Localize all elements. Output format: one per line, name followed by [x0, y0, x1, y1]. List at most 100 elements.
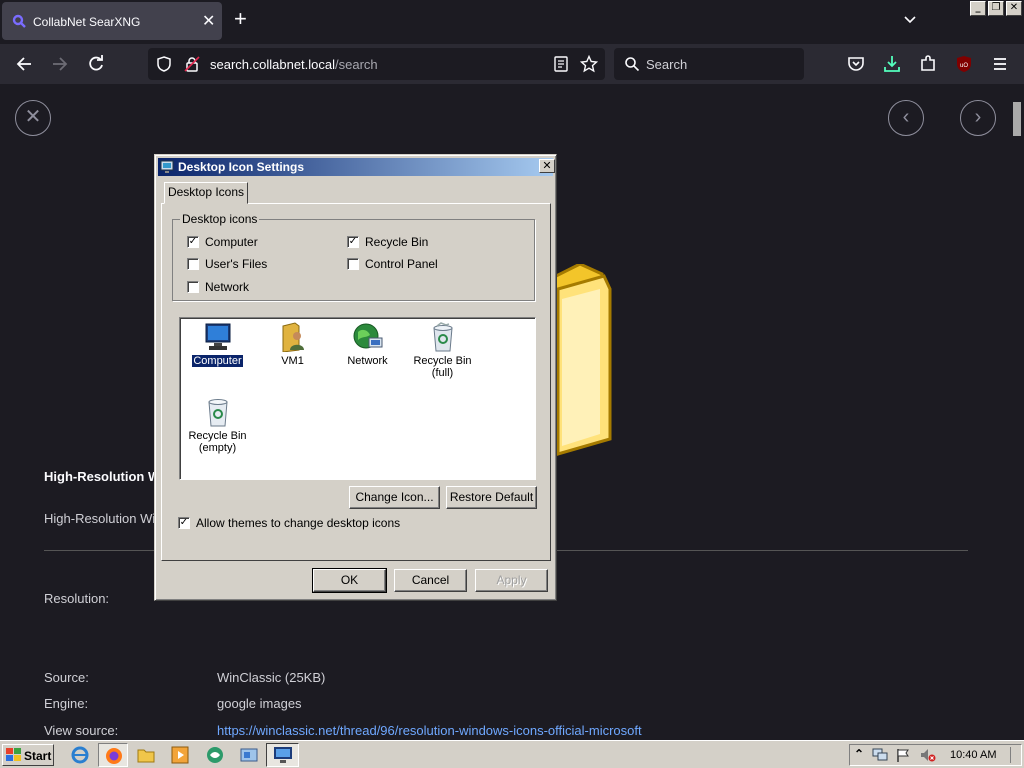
- icon-label: Computer: [191, 354, 244, 368]
- display-settings-icon: [160, 160, 174, 173]
- tab-title: CollabNet SearXNG: [33, 15, 141, 29]
- checkbox-box[interactable]: ✓: [347, 236, 359, 248]
- recycle-bin-empty-icon: [207, 399, 228, 427]
- control-panel-checkbox[interactable]: Control Panel: [347, 257, 438, 271]
- svg-text:uO: uO: [960, 63, 968, 69]
- pocket-icon[interactable]: [846, 54, 866, 74]
- shield-icon[interactable]: [156, 56, 172, 72]
- media-player-icon[interactable]: [170, 745, 190, 765]
- search-placeholder: Search: [646, 57, 688, 72]
- file-explorer-folder-icon[interactable]: [136, 745, 156, 765]
- search-box[interactable]: Search: [614, 48, 804, 80]
- display-settings-icon: [274, 747, 292, 763]
- change-icon-button[interactable]: Change Icon...: [349, 486, 440, 509]
- restore-button[interactable]: ❐: [988, 1, 1004, 16]
- restore-default-button[interactable]: Restore Default: [446, 486, 537, 509]
- next-arrow-icon[interactable]: ›: [960, 100, 996, 136]
- icon-label: Network: [347, 355, 388, 367]
- reload-icon[interactable]: [86, 54, 106, 74]
- source-value: WinClassic (25KB): [217, 670, 326, 685]
- back-arrow-icon[interactable]: [14, 54, 34, 74]
- network-connection-icon[interactable]: [872, 748, 888, 762]
- checkbox-box[interactable]: [347, 258, 359, 270]
- checkbox-box[interactable]: ✓: [178, 517, 190, 529]
- reader-view-icon[interactable]: [553, 56, 569, 72]
- start-button[interactable]: Start: [2, 744, 54, 766]
- lock-insecure-icon[interactable]: [184, 56, 200, 72]
- source-label: Source:: [44, 670, 89, 685]
- checkbox-label: Allow themes to change desktop icons: [196, 516, 401, 530]
- minimize-button[interactable]: _: [970, 1, 986, 16]
- volume-muted-icon[interactable]: [920, 748, 936, 762]
- close-tab-icon[interactable]: ✕: [202, 11, 215, 31]
- show-hidden-icons-icon[interactable]: ⌃: [854, 747, 864, 761]
- action-center-flag-icon[interactable]: [896, 748, 910, 762]
- search-icon: [625, 57, 640, 72]
- dialog-titlebar[interactable]: Desktop Icon Settings ✕: [158, 158, 555, 176]
- tab-collabnet-searxng[interactable]: CollabNet SearXNG ✕: [2, 2, 222, 40]
- result-title: High-Resolution W: [44, 469, 161, 484]
- url-path: /search: [335, 57, 378, 72]
- close-icon[interactable]: ✕: [15, 100, 51, 136]
- view-source-label: View source:: [44, 723, 119, 738]
- icon-item-vm1[interactable]: VM1: [255, 322, 330, 367]
- page-scrollbar[interactable]: [1010, 84, 1024, 740]
- forward-arrow-icon[interactable]: [50, 54, 70, 74]
- show-desktop-button[interactable]: [1010, 747, 1018, 763]
- previous-arrow-icon[interactable]: ‹: [888, 100, 924, 136]
- tab-desktop-icons[interactable]: Desktop Icons: [164, 182, 248, 204]
- checkbox-label: Network: [205, 280, 250, 294]
- start-label: Start: [24, 749, 52, 763]
- checkbox-box[interactable]: [187, 281, 199, 293]
- taskbar-display-settings-button[interactable]: [266, 743, 299, 767]
- engine-label: Engine:: [44, 696, 89, 711]
- checkbox-label: Control Panel: [365, 257, 438, 271]
- network-checkbox[interactable]: Network: [187, 280, 249, 294]
- cancel-button[interactable]: Cancel: [394, 569, 467, 592]
- close-window-button[interactable]: ✕: [1006, 1, 1022, 16]
- address-bar[interactable]: search.collabnet.local/search: [148, 48, 605, 80]
- dialog-title: Desktop Icon Settings: [178, 160, 305, 174]
- bookmark-star-icon[interactable]: [580, 55, 598, 73]
- hamburger-menu-icon[interactable]: [990, 54, 1010, 74]
- extensions-puzzle-icon[interactable]: [918, 54, 938, 74]
- system-tray: ⌃ 10:40 AM: [849, 744, 1022, 766]
- allow-themes-checkbox[interactable]: ✓ Allow themes to change desktop icons: [178, 516, 400, 530]
- icon-item-recycle-bin-full[interactable]: Recycle Bin (full): [405, 322, 480, 379]
- icon-item-computer[interactable]: Computer: [180, 322, 255, 368]
- internet-explorer-icon[interactable]: [70, 745, 90, 765]
- icon-item-network[interactable]: Network: [330, 322, 405, 367]
- dialog-close-button[interactable]: ✕: [539, 159, 555, 173]
- icon-item-recycle-bin-empty[interactable]: Recycle Bin (empty): [180, 397, 255, 454]
- checkbox-box[interactable]: [187, 258, 199, 270]
- clock[interactable]: 10:40 AM: [950, 749, 996, 761]
- view-source-link[interactable]: https://winclassic.net/thread/96/resolut…: [217, 723, 642, 738]
- download-icon[interactable]: [882, 54, 902, 74]
- users-files-checkbox[interactable]: User's Files: [187, 257, 267, 271]
- checkbox-label: Computer: [205, 235, 258, 249]
- windows-logo-icon: [6, 748, 21, 761]
- apply-button[interactable]: Apply: [475, 569, 548, 592]
- ublock-origin-icon[interactable]: uO: [954, 54, 974, 74]
- chevron-down-icon[interactable]: [902, 11, 918, 27]
- checkbox-box[interactable]: ✓: [187, 236, 199, 248]
- icon-label: Recycle Bin (empty): [188, 430, 247, 454]
- ok-button[interactable]: OK: [312, 568, 387, 593]
- taskbar-firefox-button[interactable]: [98, 743, 128, 767]
- search-icon: [12, 14, 26, 28]
- recycle-bin-checkbox[interactable]: ✓ Recycle Bin: [347, 235, 428, 249]
- scrollbar-thumb[interactable]: [1013, 102, 1021, 136]
- url-text: search.collabnet.local/search: [210, 57, 378, 72]
- url-domain: search.collabnet.local: [210, 57, 336, 72]
- checkbox-label: Recycle Bin: [365, 235, 429, 249]
- control-panel-icon[interactable]: [239, 745, 259, 765]
- computer-checkbox[interactable]: ✓ Computer: [187, 235, 258, 249]
- network-status-icon[interactable]: [205, 745, 225, 765]
- desktop-icon-settings-dialog: Desktop Icon Settings ✕ Desktop Icons De…: [154, 154, 557, 601]
- tab-strip: CollabNet SearXNG ✕ + _ ❐ ✕: [0, 0, 1024, 44]
- navigation-toolbar: search.collabnet.local/search Search uO: [0, 44, 1024, 84]
- new-tab-icon[interactable]: +: [234, 8, 247, 30]
- icon-label: Recycle Bin (full): [413, 355, 472, 379]
- user-folder-icon: [282, 322, 304, 352]
- icon-list[interactable]: Computer VM1 Network Recycle Bin (full) …: [179, 317, 536, 480]
